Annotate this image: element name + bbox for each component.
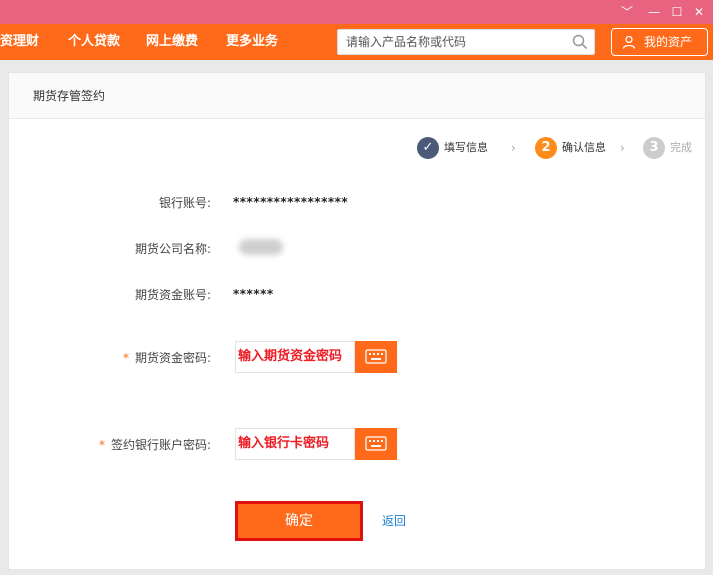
- bank-account-value: *****************: [233, 195, 349, 209]
- my-assets-button[interactable]: 我的资产: [611, 28, 708, 56]
- bank-password-input[interactable]: 输入银行卡密码: [235, 428, 355, 460]
- confirm-button[interactable]: 确定: [235, 501, 363, 541]
- bank-password-label-text: 签约银行账户密码:: [110, 438, 211, 452]
- futures-password-input[interactable]: 输入期货资金密码: [235, 341, 355, 373]
- step-label: 确认信息: [562, 141, 606, 154]
- nav-item-wealth[interactable]: 资理财: [0, 24, 39, 60]
- step-label: 填写信息: [444, 141, 488, 154]
- futures-password-label-text: 期货资金密码:: [134, 351, 211, 365]
- check-icon: ✓: [417, 137, 439, 159]
- futures-account-label: 期货资金账号:: [134, 288, 211, 302]
- step-number: 2: [535, 137, 557, 159]
- section-title: 期货存管签约: [9, 73, 705, 119]
- futures-password-placeholder: 输入期货资金密码: [238, 349, 343, 364]
- futures-password-label: * 期货资金密码:: [9, 348, 211, 368]
- maximize-button[interactable]: ☐: [668, 3, 686, 21]
- keyboard-icon[interactable]: [355, 341, 397, 373]
- futures-company-value-redacted: [239, 239, 283, 255]
- futures-account-value: ******: [233, 287, 274, 301]
- search-input[interactable]: [346, 30, 556, 54]
- bank-password-label: * 签约银行账户密码:: [9, 435, 211, 455]
- required-mark: *: [122, 351, 129, 365]
- keyboard-icon[interactable]: [355, 428, 397, 460]
- back-link[interactable]: 返回: [382, 511, 406, 531]
- nav-item-online-payment[interactable]: 网上缴费: [146, 24, 198, 60]
- nav-item-personal-loans[interactable]: 个人贷款: [68, 24, 120, 60]
- futures-company-label: 期货公司名称:: [134, 242, 211, 256]
- required-mark: *: [98, 438, 105, 452]
- bank-password-placeholder: 输入银行卡密码: [238, 436, 330, 451]
- minimize-button[interactable]: —: [645, 3, 663, 21]
- step-label: 完成: [670, 141, 692, 154]
- chevron-right-icon: ›: [620, 141, 625, 155]
- step-number: 3: [643, 137, 665, 159]
- product-search: [337, 29, 595, 55]
- bank-account-label: 银行账号:: [158, 196, 211, 210]
- close-button[interactable]: ✕: [690, 3, 708, 21]
- nav-item-more-services[interactable]: 更多业务: [226, 24, 278, 60]
- my-assets-label: 我的资产: [644, 35, 693, 49]
- search-icon[interactable]: [572, 34, 588, 50]
- top-navbar: 资理财 个人贷款 网上缴费 更多业务 我的资产: [0, 24, 713, 60]
- main-panel: 期货存管签约 ✓ 填写信息 › 2 确认信息 › 3 完成 银行账号: ****…: [8, 72, 706, 570]
- user-icon: [622, 35, 636, 49]
- collapse-icon[interactable]: ﹀: [618, 3, 636, 21]
- window-titlebar: ﹀ — ☐ ✕: [0, 0, 713, 24]
- chevron-right-icon: ›: [511, 141, 516, 155]
